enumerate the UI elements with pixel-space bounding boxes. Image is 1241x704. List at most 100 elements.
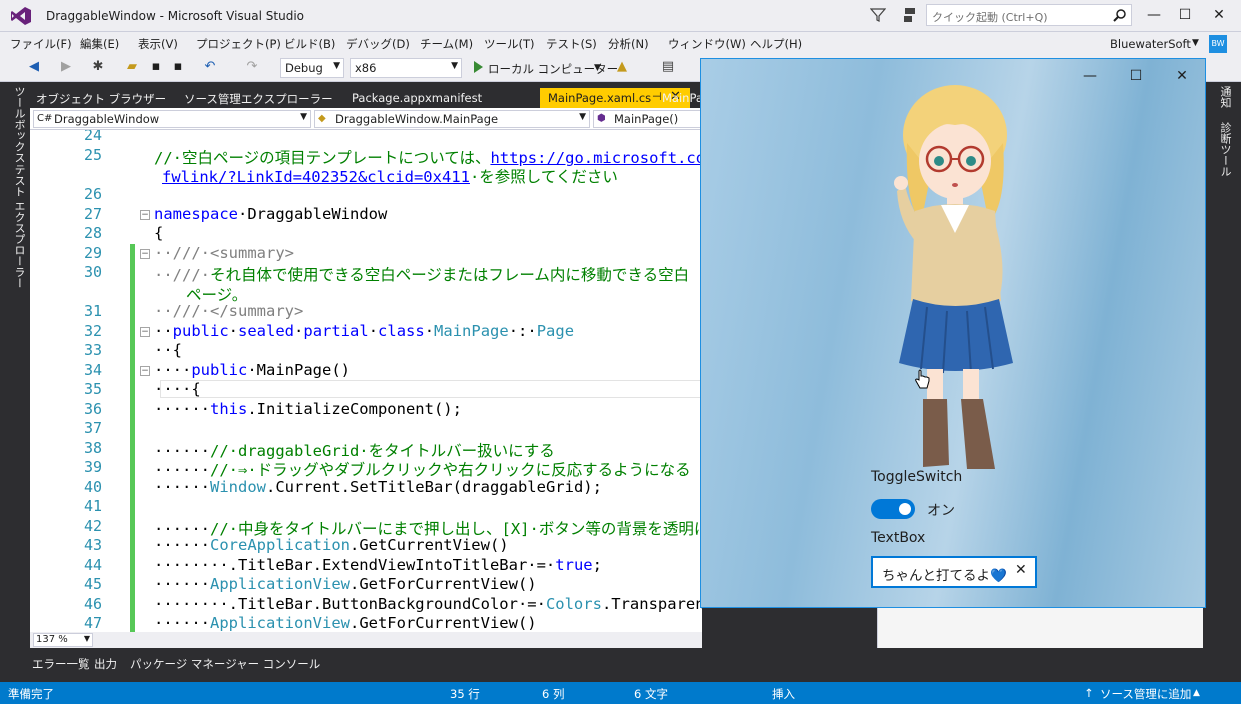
character-illustration: [894, 85, 1013, 469]
quick-launch-input[interactable]: クイック起動 (Ctrl+Q): [926, 4, 1132, 26]
editor-footer: 137 % ▼: [30, 632, 702, 648]
menu-file[interactable]: ファイル(F): [10, 36, 72, 52]
fold-toggle-icon[interactable]: −: [140, 210, 150, 220]
menu-debug[interactable]: デバッグ(D): [346, 36, 410, 52]
tab-package-manifest[interactable]: Package.appxmanifest: [352, 91, 482, 105]
menu-analyze[interactable]: 分析(N): [608, 36, 649, 52]
add-to-source-control-button[interactable]: ソース管理に追加: [1100, 686, 1191, 702]
tab-object-browser[interactable]: オブジェクト ブラウザー: [36, 91, 166, 107]
code-line-39: ······//·⇒·ドラッグやダブルクリックや右クリックに反応するようになる: [154, 461, 691, 479]
type-select[interactable]: ◆ DraggableWindow.MainPage ▼: [314, 110, 590, 128]
code-line-47: ······ApplicationView.GetForCurrentView(…: [154, 614, 537, 632]
menu-build[interactable]: ビルド(B): [284, 36, 335, 52]
tab-error-list[interactable]: エラー一覧: [32, 656, 90, 672]
toolbox-tab[interactable]: ツールボックス: [11, 86, 27, 163]
navigate-back-icon[interactable]: ◀: [26, 59, 42, 75]
platform-value: x86: [355, 61, 377, 75]
code-line-45: ······ApplicationView.GetForCurrentView(…: [154, 575, 537, 593]
tab-source-control-explorer[interactable]: ソース管理エクスプローラー: [184, 91, 333, 107]
start-debug-icon[interactable]: [474, 61, 483, 73]
current-line-highlight: [160, 380, 702, 398]
line-number: 24: [83, 130, 102, 144]
code-line-36: ······this.InitializeComponent();: [154, 400, 462, 418]
close-button[interactable]: ✕: [1202, 0, 1236, 30]
app-maximize-button[interactable]: ☐: [1113, 65, 1159, 87]
zoom-select[interactable]: 137 % ▼: [33, 633, 93, 647]
code-line-34: ····public·MainPage(): [154, 361, 350, 379]
solution-config-select[interactable]: Debug ▼: [280, 58, 344, 78]
line-number: 40: [83, 478, 102, 496]
method-icon: ⬢: [597, 113, 606, 124]
maximize-button[interactable]: ☐: [1168, 0, 1202, 30]
chevron-down-icon[interactable]: ▼: [594, 63, 601, 73]
clear-text-icon[interactable]: ✕: [1015, 562, 1027, 578]
notifications-tab[interactable]: 通知: [1217, 86, 1233, 108]
undo-icon[interactable]: ↶: [202, 59, 218, 75]
line-number: 39: [83, 458, 102, 476]
menu-edit[interactable]: 編集(E): [80, 36, 119, 52]
chevron-down-icon: ▼: [333, 61, 340, 71]
toolbar-extra-icon[interactable]: ▤: [660, 59, 676, 75]
toggle-switch-header: ToggleSwitch: [871, 469, 963, 485]
account-name[interactable]: BluewaterSoft: [1110, 37, 1191, 51]
line-number: 38: [83, 439, 102, 457]
line-number: 41: [83, 497, 102, 515]
line-number: 28: [83, 224, 102, 242]
new-project-icon[interactable]: ✱: [90, 59, 106, 75]
pin-icon[interactable]: ⊣: [652, 90, 662, 103]
app-window[interactable]: — ☐ ✕ ToggleSwitch オン TextBox ちゃんと打てるよ💙 …: [700, 58, 1206, 608]
code-line-29: ··///·<summary>: [154, 244, 294, 262]
line-number: 47: [83, 614, 102, 632]
document-tab-bar: オブジェクト ブラウザー ソース管理エクスプローラー Package.appxm…: [30, 88, 703, 108]
browser-link-icon[interactable]: ▲: [614, 59, 630, 75]
class-icon: ◆: [318, 113, 326, 124]
line-number: 43: [83, 536, 102, 554]
code-line-28: {: [154, 224, 164, 242]
app-minimize-button[interactable]: —: [1067, 65, 1113, 87]
navigate-forward-icon[interactable]: ▶: [58, 59, 74, 75]
menu-team[interactable]: チーム(M): [420, 36, 473, 52]
tab-package-manager-console[interactable]: パッケージ マネージャー コンソール: [130, 656, 320, 672]
chevron-up-icon[interactable]: ▲: [1193, 688, 1200, 698]
minimize-button[interactable]: —: [1137, 0, 1171, 30]
upload-icon[interactable]: ↑: [1084, 686, 1094, 700]
account-avatar[interactable]: BW: [1209, 35, 1227, 53]
feedback-icon[interactable]: [902, 6, 918, 24]
toggle-switch[interactable]: [871, 499, 915, 519]
tab-output[interactable]: 出力: [94, 656, 117, 672]
tab-label: MainPage.xaml.cs: [548, 91, 652, 105]
open-file-icon[interactable]: ▰: [124, 59, 140, 75]
save-all-icon[interactable]: ▪: [170, 59, 186, 75]
type-value: DraggableWindow.MainPage: [335, 112, 499, 126]
project-select[interactable]: C# DraggableWindow ▼: [33, 110, 311, 128]
fold-toggle-icon[interactable]: −: [140, 327, 150, 337]
platform-select[interactable]: x86 ▼: [350, 58, 462, 78]
diagnostic-tools-tab[interactable]: 診断ツール: [1217, 122, 1233, 177]
menu-test[interactable]: テスト(S): [546, 36, 597, 52]
menu-help[interactable]: ヘルプ(H): [750, 36, 802, 52]
menu-project[interactable]: プロジェクト(P): [196, 36, 281, 52]
code-line-43: ······CoreApplication.GetCurrentView(): [154, 536, 509, 554]
menu-bar: ファイル(F) 編集(E) 表示(V) プロジェクト(P) ビルド(B) デバッ…: [0, 32, 1241, 54]
text-input[interactable]: ちゃんと打てるよ💙 ✕: [871, 556, 1037, 588]
menu-window[interactable]: ウィンドウ(W): [668, 36, 746, 52]
save-icon[interactable]: ▪: [148, 59, 164, 75]
app-close-button[interactable]: ✕: [1159, 65, 1205, 87]
member-select[interactable]: ⬢ MainPage(): [593, 110, 701, 128]
fold-toggle-icon[interactable]: −: [140, 366, 150, 376]
code-line-46: ········.TitleBar.ButtonBackgroundColor·…: [154, 595, 702, 613]
tab-mainpage-xaml[interactable]: MainPa: [662, 91, 703, 105]
filter-icon[interactable]: [870, 7, 886, 23]
search-icon[interactable]: [1113, 8, 1127, 22]
code-editor[interactable]: 24 25 26 27 28 29 30 31 32 33 34 35 36 3…: [30, 130, 702, 632]
fold-toggle-icon[interactable]: −: [140, 249, 150, 259]
menu-view[interactable]: 表示(V): [138, 36, 178, 52]
left-tool-strip: ツールボックス テスト エクスプローラー: [0, 82, 30, 682]
test-explorer-tab[interactable]: テスト エクスプローラー: [11, 164, 27, 289]
code-line-25-wrap: fwlink/?LinkId=402352&clcid=0x411·を参照してく…: [162, 168, 618, 186]
account-dropdown-icon[interactable]: ▼: [1192, 38, 1199, 48]
line-number: 26: [83, 185, 102, 203]
redo-icon[interactable]: ↷: [244, 59, 260, 75]
menu-tools[interactable]: ツール(T): [484, 36, 535, 52]
code-line-27: namespace·DraggableWindow: [154, 205, 388, 223]
